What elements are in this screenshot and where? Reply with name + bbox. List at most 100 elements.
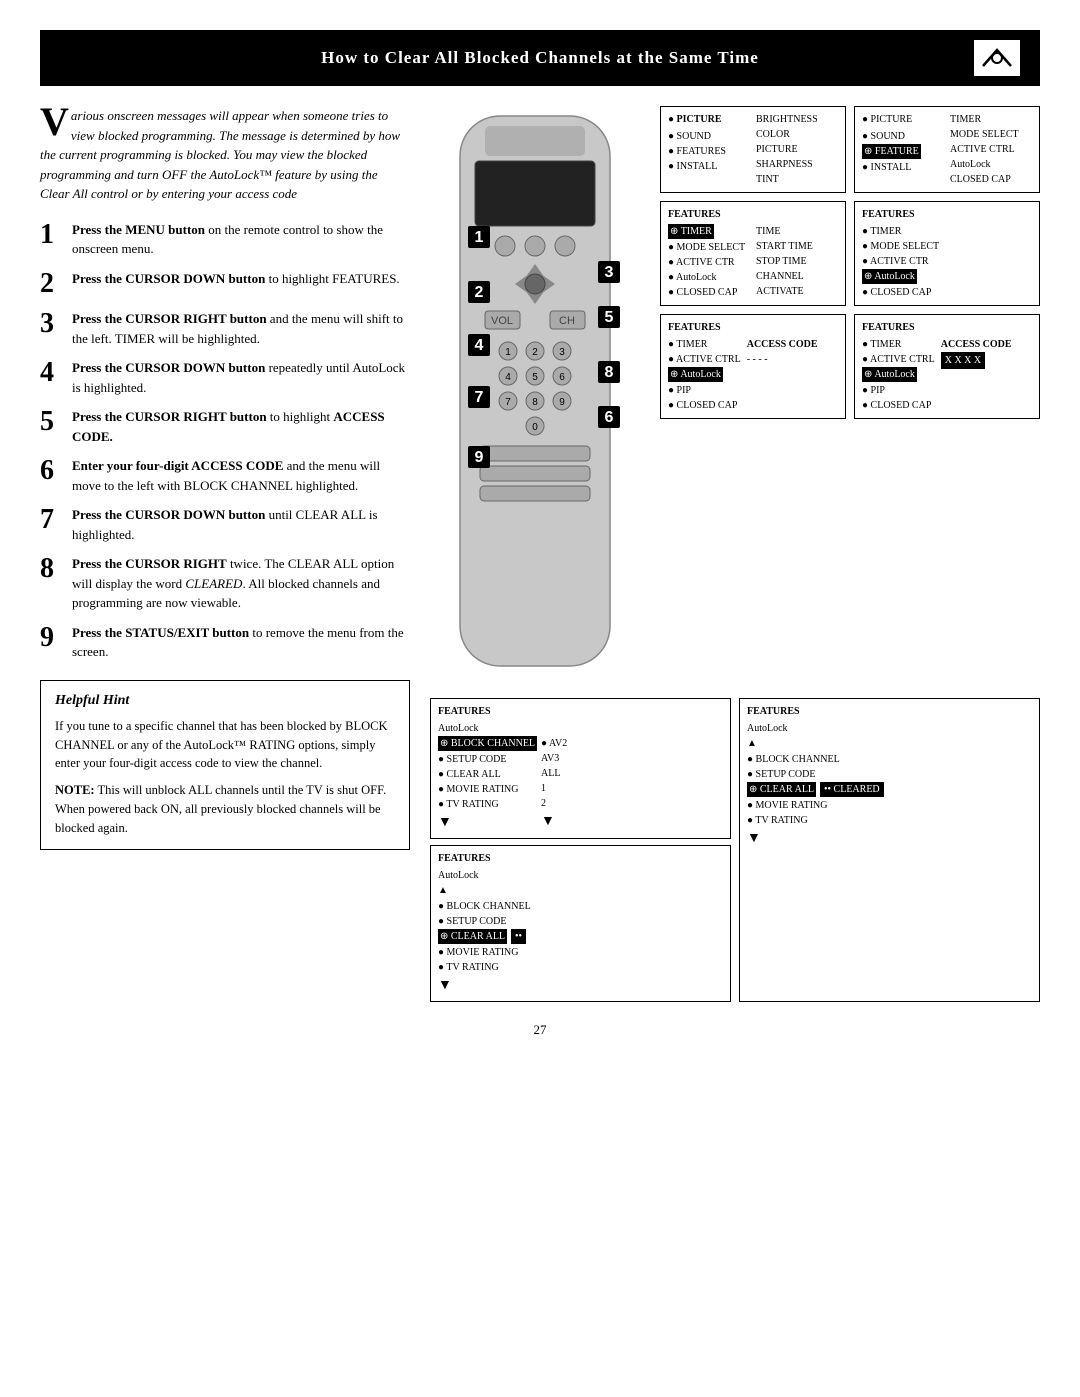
svg-text:4: 4 <box>475 337 484 354</box>
panel8-tv: ● TV RATING <box>438 960 723 975</box>
panel1-title: ● PICTURE <box>668 112 750 127</box>
step-number-3: 3 <box>40 309 62 340</box>
svg-text:7: 7 <box>505 397 511 408</box>
panel2-autolock: AutoLock <box>950 157 1032 172</box>
screen-panel-5: FEATURES ● TIMER ● ACTIVE CTRL ⊕ AutoLoc… <box>660 314 846 419</box>
panel5-closed: ● CLOSED CAP <box>668 398 741 413</box>
panel3-channel: CHANNEL <box>756 269 838 284</box>
step-number-9: 9 <box>40 623 62 654</box>
panel1-left: ● PICTURE ● SOUND ● FEATURES ● INSTALL <box>668 112 750 187</box>
svg-text:7: 7 <box>475 389 484 406</box>
panel7-all: ALL <box>541 766 567 781</box>
page-header: How to Clear All Blocked Channels at the… <box>40 30 1040 86</box>
svg-text:4: 4 <box>505 372 511 383</box>
helpful-hint-p1: If you tune to a specific channel that h… <box>55 717 395 773</box>
step-number-5: 5 <box>40 407 62 438</box>
screens-area: ● PICTURE ● SOUND ● FEATURES ● INSTALL B… <box>660 106 1040 419</box>
panel9-clearall-row: ⊕ CLEAR ALL •• CLEARED <box>747 782 1032 797</box>
panel3-right: TIME START TIME STOP TIME CHANNEL ACTIVA… <box>756 224 838 300</box>
svg-text:9: 9 <box>559 397 565 408</box>
helpful-hint-p2: NOTE: This will unblock ALL channels unt… <box>55 781 395 837</box>
panel7-left-items: ⊕ BLOCK CHANNEL ● SETUP CODE ● CLEAR ALL… <box>438 736 537 833</box>
panel9-block: ● BLOCK CHANNEL <box>747 752 1032 767</box>
svg-text:1: 1 <box>505 347 511 358</box>
panel3-closed: ● CLOSED CAP <box>668 285 750 300</box>
right-column: VOL CH 1 2 3 4 5 6 <box>430 106 1040 1002</box>
step-9: 9 Press the STATUS/EXIT button to remove… <box>40 623 410 662</box>
panel7-block-highlighted: ⊕ BLOCK CHANNEL <box>438 736 537 751</box>
panel7-down-arrow: ▼ <box>438 812 537 833</box>
svg-text:9: 9 <box>475 449 484 466</box>
bottom-panels: FEATURES AutoLock ⊕ BLOCK CHANNEL ● SETU… <box>430 698 1040 1002</box>
panel7-movie: ● MOVIE RATING <box>438 782 537 797</box>
screen-panel-6: FEATURES ● TIMER ● ACTIVE CTRL ⊕ AutoLoc… <box>854 314 1040 419</box>
screen-panel-7: FEATURES AutoLock ⊕ BLOCK CHANNEL ● SETU… <box>430 698 731 839</box>
panel8-bullets-box: •• <box>511 929 526 944</box>
panel6-right: ACCESS CODE X X X X <box>941 337 1012 413</box>
panel8-down-arrow: ▼ <box>438 975 723 996</box>
panel8-clearall-row: ⊕ CLEAR ALL •• <box>438 929 723 944</box>
step-text-2: Press the CURSOR DOWN button to highligh… <box>72 269 400 289</box>
panel6-timer: ● TIMER <box>862 337 935 352</box>
panel9-up-arrow: ▲ <box>747 736 1032 751</box>
panel3-active: ● ACTIVE CTR <box>668 255 750 270</box>
panel2-left: ● PICTURE ● SOUND ⊕ FEATURE ● INSTALL <box>862 112 944 187</box>
panel7-tv: ● TV RATING <box>438 797 537 812</box>
panel6-access-label: ACCESS CODE <box>941 337 1012 352</box>
panel1-picture: PICTURE <box>756 142 838 157</box>
panel7-group: FEATURES AutoLock ⊕ BLOCK CHANNEL ● SETU… <box>430 698 731 1002</box>
panel3-mode: ● MODE SELECT <box>668 240 750 255</box>
svg-text:1: 1 <box>475 229 484 246</box>
panel9-group: FEATURES AutoLock ▲ ● BLOCK CHANNEL ● SE… <box>739 698 1040 1002</box>
svg-text:VOL: VOL <box>491 315 513 327</box>
panel7-setup: ● SETUP CODE <box>438 752 537 767</box>
panel1-brightness: BRIGHTNESS <box>756 112 838 127</box>
step-2: 2 Press the CURSOR DOWN button to highli… <box>40 269 410 300</box>
panel7-av2: ● AV2 <box>541 736 567 751</box>
panel3-autolock: ● AutoLock <box>668 270 750 285</box>
step-3: 3 Press the CURSOR RIGHT button and the … <box>40 309 410 348</box>
svg-text:5: 5 <box>605 309 614 326</box>
page-number: 27 <box>40 1022 1040 1038</box>
panel3-activate: ACTIVATE <box>756 284 838 299</box>
panel1-install: ● INSTALL <box>668 159 750 174</box>
panel4-closed: ● CLOSED CAP <box>862 285 1032 300</box>
step-number-1: 1 <box>40 220 62 251</box>
step-8: 8 Press the CURSOR RIGHT twice. The CLEA… <box>40 554 410 613</box>
panel1-tint: TINT <box>756 172 838 187</box>
access-code-panels-row: FEATURES ● TIMER ● ACTIVE CTRL ⊕ AutoLoc… <box>660 314 1040 419</box>
panel5-right: ACCESS CODE - - - - <box>747 337 818 413</box>
panel3-timer-highlighted: ⊕ TIMER <box>668 224 714 239</box>
panel5-pip: ● PIP <box>668 383 741 398</box>
panel5-dashes: - - - - <box>747 352 818 367</box>
step-text-1: Press the MENU button on the remote cont… <box>72 220 410 259</box>
panel2-picture: ● PICTURE <box>862 112 944 127</box>
panel4-mode: ● MODE SELECT <box>862 239 1032 254</box>
svg-text:2: 2 <box>532 347 538 358</box>
step-text-7: Press the CURSOR DOWN button until CLEAR… <box>72 505 410 544</box>
panel1-features: ● FEATURES <box>668 144 750 159</box>
panel2-install: ● INSTALL <box>862 160 944 175</box>
panel2-right: TIMER MODE SELECT ACTIVE CTRL AutoLock C… <box>950 112 1032 187</box>
panel8-movie: ● MOVIE RATING <box>438 945 723 960</box>
panel8-features-label: FEATURES <box>438 851 723 866</box>
panel2-active: ACTIVE CTRL <box>950 142 1032 157</box>
remote-svg: VOL CH 1 2 3 4 5 6 <box>430 106 640 686</box>
intro-text: V arious onscreen messages will appear w… <box>40 106 410 204</box>
panel6-pip: ● PIP <box>862 383 935 398</box>
panel6-access-box: X X X X <box>941 352 985 369</box>
step-text-3: Press the CURSOR RIGHT button and the me… <box>72 309 410 348</box>
panel1-sound: ● SOUND <box>668 129 750 144</box>
panel9-cleared-box: •• CLEARED <box>820 782 884 797</box>
panel8-setup: ● SETUP CODE <box>438 914 723 929</box>
svg-text:5: 5 <box>532 372 538 383</box>
panel3-features-label: FEATURES <box>668 207 838 222</box>
step-text-9: Press the STATUS/EXIT button to remove t… <box>72 623 410 662</box>
step-text-4: Press the CURSOR DOWN button repeatedly … <box>72 358 410 397</box>
panel2-timer: TIMER <box>950 112 1032 127</box>
svg-text:8: 8 <box>532 397 538 408</box>
panel6-autolock-highlighted: ⊕ AutoLock <box>862 367 917 382</box>
panel9-tv: ● TV RATING <box>747 813 1032 828</box>
panel9-down-arrow: ▼ <box>747 828 1032 849</box>
helpful-hint-title: Helpful Hint <box>55 693 395 709</box>
